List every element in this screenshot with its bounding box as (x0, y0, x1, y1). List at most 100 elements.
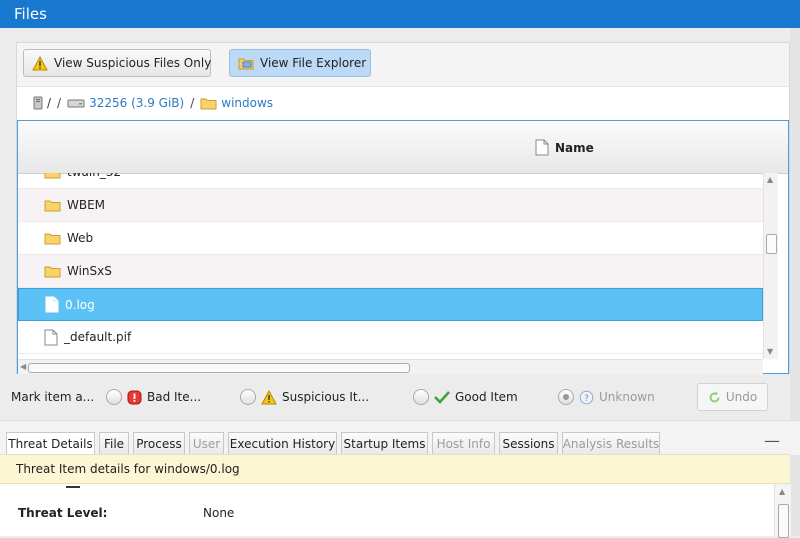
unknown-label: Unknown (599, 390, 655, 404)
unknown-radio[interactable] (558, 389, 574, 405)
table-row[interactable]: WBEM (18, 189, 763, 222)
good-item-radio[interactable] (413, 389, 429, 405)
question-icon: ? (579, 390, 594, 405)
computer-icon[interactable] (33, 96, 43, 110)
view-file-explorer-button[interactable]: View File Explorer (229, 49, 371, 77)
scroll-down-arrow-icon[interactable]: ▼ (767, 347, 773, 356)
tab-label: Analysis Results (562, 436, 660, 451)
tab-label: User (192, 436, 221, 451)
mark-good-item-option[interactable]: Good Item (413, 389, 518, 405)
tab-label: File (103, 436, 125, 451)
tab-label: Host Info (436, 436, 491, 451)
mark-item-bar: Mark item a... Bad Ite... Suspicious It.… (0, 380, 800, 414)
scroll-left-arrow-icon[interactable]: ◀ (20, 362, 26, 371)
table-row[interactable]: WinSxS (18, 255, 763, 288)
tab-user: User (189, 432, 224, 454)
table-row-selected[interactable]: 0.log (18, 288, 763, 321)
tab-file[interactable]: File (99, 432, 129, 454)
row-name: _default.pif (64, 330, 132, 344)
svg-text:?: ? (584, 394, 589, 404)
suspicious-item-radio[interactable] (240, 389, 256, 405)
row-name: twain_32 (67, 173, 121, 179)
undo-label: Undo (725, 390, 758, 404)
tab-label: Execution History (229, 436, 336, 451)
folder-icon (44, 199, 61, 212)
breadcrumb: / / 32256 (3.9 GiB) / windows (33, 95, 273, 111)
folder-icon (44, 232, 61, 245)
table-body: twain_32 WBEM Web WinSxS (18, 173, 763, 359)
name-column-label: Name (555, 140, 594, 155)
threat-details-panel: Threat Level: None (0, 484, 790, 536)
row-name: 0.log (65, 297, 95, 312)
vertical-scrollbar[interactable]: ▲ ▼ (763, 173, 778, 359)
mark-item-label: Mark item a... (11, 390, 95, 404)
tab-process[interactable]: Process (133, 432, 185, 454)
drive-icon (67, 97, 85, 109)
scroll-up-arrow-icon[interactable]: ▲ (767, 175, 773, 184)
bad-item-label: Bad Ite... (147, 390, 202, 404)
warning-icon (261, 389, 277, 405)
title-bar: Files (0, 0, 800, 28)
tab-execution-history[interactable]: Execution History (228, 432, 337, 454)
folder-icon (44, 173, 61, 179)
breadcrumb-folder-link[interactable]: windows (221, 96, 273, 110)
tab-startup-items[interactable]: Startup Items (341, 432, 428, 454)
name-column-header[interactable]: Name (535, 139, 594, 156)
details-scroll-thumb[interactable] (778, 504, 789, 538)
explorer-icon (238, 56, 254, 70)
tab-analysis-results: Analysis Results (562, 432, 660, 454)
breadcrumb-separator: / (190, 96, 195, 110)
view-file-explorer-label: View File Explorer (260, 56, 367, 70)
file-icon (44, 329, 58, 346)
window-title: Files (14, 5, 47, 23)
tab-label: Process (136, 436, 182, 451)
window-edge (790, 28, 800, 536)
suspicious-item-label: Suspicious It... (282, 390, 370, 404)
folder-icon (44, 265, 61, 278)
minimize-panel-icon[interactable]: — (764, 431, 780, 450)
tab-host-info: Host Info (432, 432, 495, 454)
file-icon (535, 139, 549, 156)
tab-label: Threat Details (8, 437, 93, 451)
threat-details-header: Threat Item details for windows/0.log (0, 454, 790, 484)
table-row[interactable]: _default.pif (18, 321, 763, 354)
threat-details-header-text: Threat Item details for windows/0.log (16, 462, 240, 476)
table-row[interactable]: twain_32 (18, 173, 763, 189)
bad-item-icon (127, 390, 142, 405)
threat-level-value: None (203, 506, 235, 520)
folder-icon (200, 97, 217, 110)
vertical-scroll-thumb[interactable] (766, 234, 777, 254)
tab-label: Sessions (502, 436, 555, 451)
view-suspicious-files-button[interactable]: View Suspicious Files Only (23, 49, 211, 77)
view-suspicious-files-label: View Suspicious Files Only (54, 56, 212, 70)
table-row[interactable]: Web (18, 222, 763, 255)
mark-bad-item-option[interactable]: Bad Ite... (106, 389, 201, 405)
row-name: WBEM (67, 198, 106, 212)
row-name: WinSxS (67, 264, 112, 278)
breadcrumb-root[interactable]: / (47, 96, 51, 110)
horizontal-scrollbar[interactable]: ◀ (18, 359, 763, 374)
file-table: Name twain_32 WBEM Web (17, 120, 789, 374)
clipped-text-fragment (66, 480, 80, 488)
mark-suspicious-item-option[interactable]: Suspicious It... (240, 389, 369, 405)
tab-sessions[interactable]: Sessions (499, 432, 558, 454)
row-name: Web (67, 231, 94, 245)
good-item-label: Good Item (455, 390, 518, 404)
file-icon (45, 296, 59, 313)
bad-item-radio[interactable] (106, 389, 122, 405)
toolbar: View Suspicious Files Only View File Exp… (17, 43, 789, 87)
scroll-up-arrow-icon[interactable]: ▲ (779, 487, 785, 496)
tab-threat-details[interactable]: Threat Details (6, 432, 95, 455)
mark-unknown-option[interactable]: ? Unknown (558, 389, 655, 405)
tab-label: Startup Items (343, 436, 426, 451)
checkmark-icon (434, 390, 450, 404)
files-panel: View Suspicious Files Only View File Exp… (16, 42, 790, 374)
threat-level-label: Threat Level: (18, 506, 108, 520)
undo-button[interactable]: Undo (697, 383, 768, 411)
breadcrumb-drive-link[interactable]: 32256 (3.9 GiB) (89, 96, 184, 110)
undo-icon (708, 391, 721, 404)
warning-icon (32, 55, 48, 71)
details-scrollbar[interactable]: ▲ (774, 484, 791, 538)
horizontal-scroll-thumb[interactable] (28, 363, 410, 373)
breadcrumb-separator: / (57, 96, 62, 110)
